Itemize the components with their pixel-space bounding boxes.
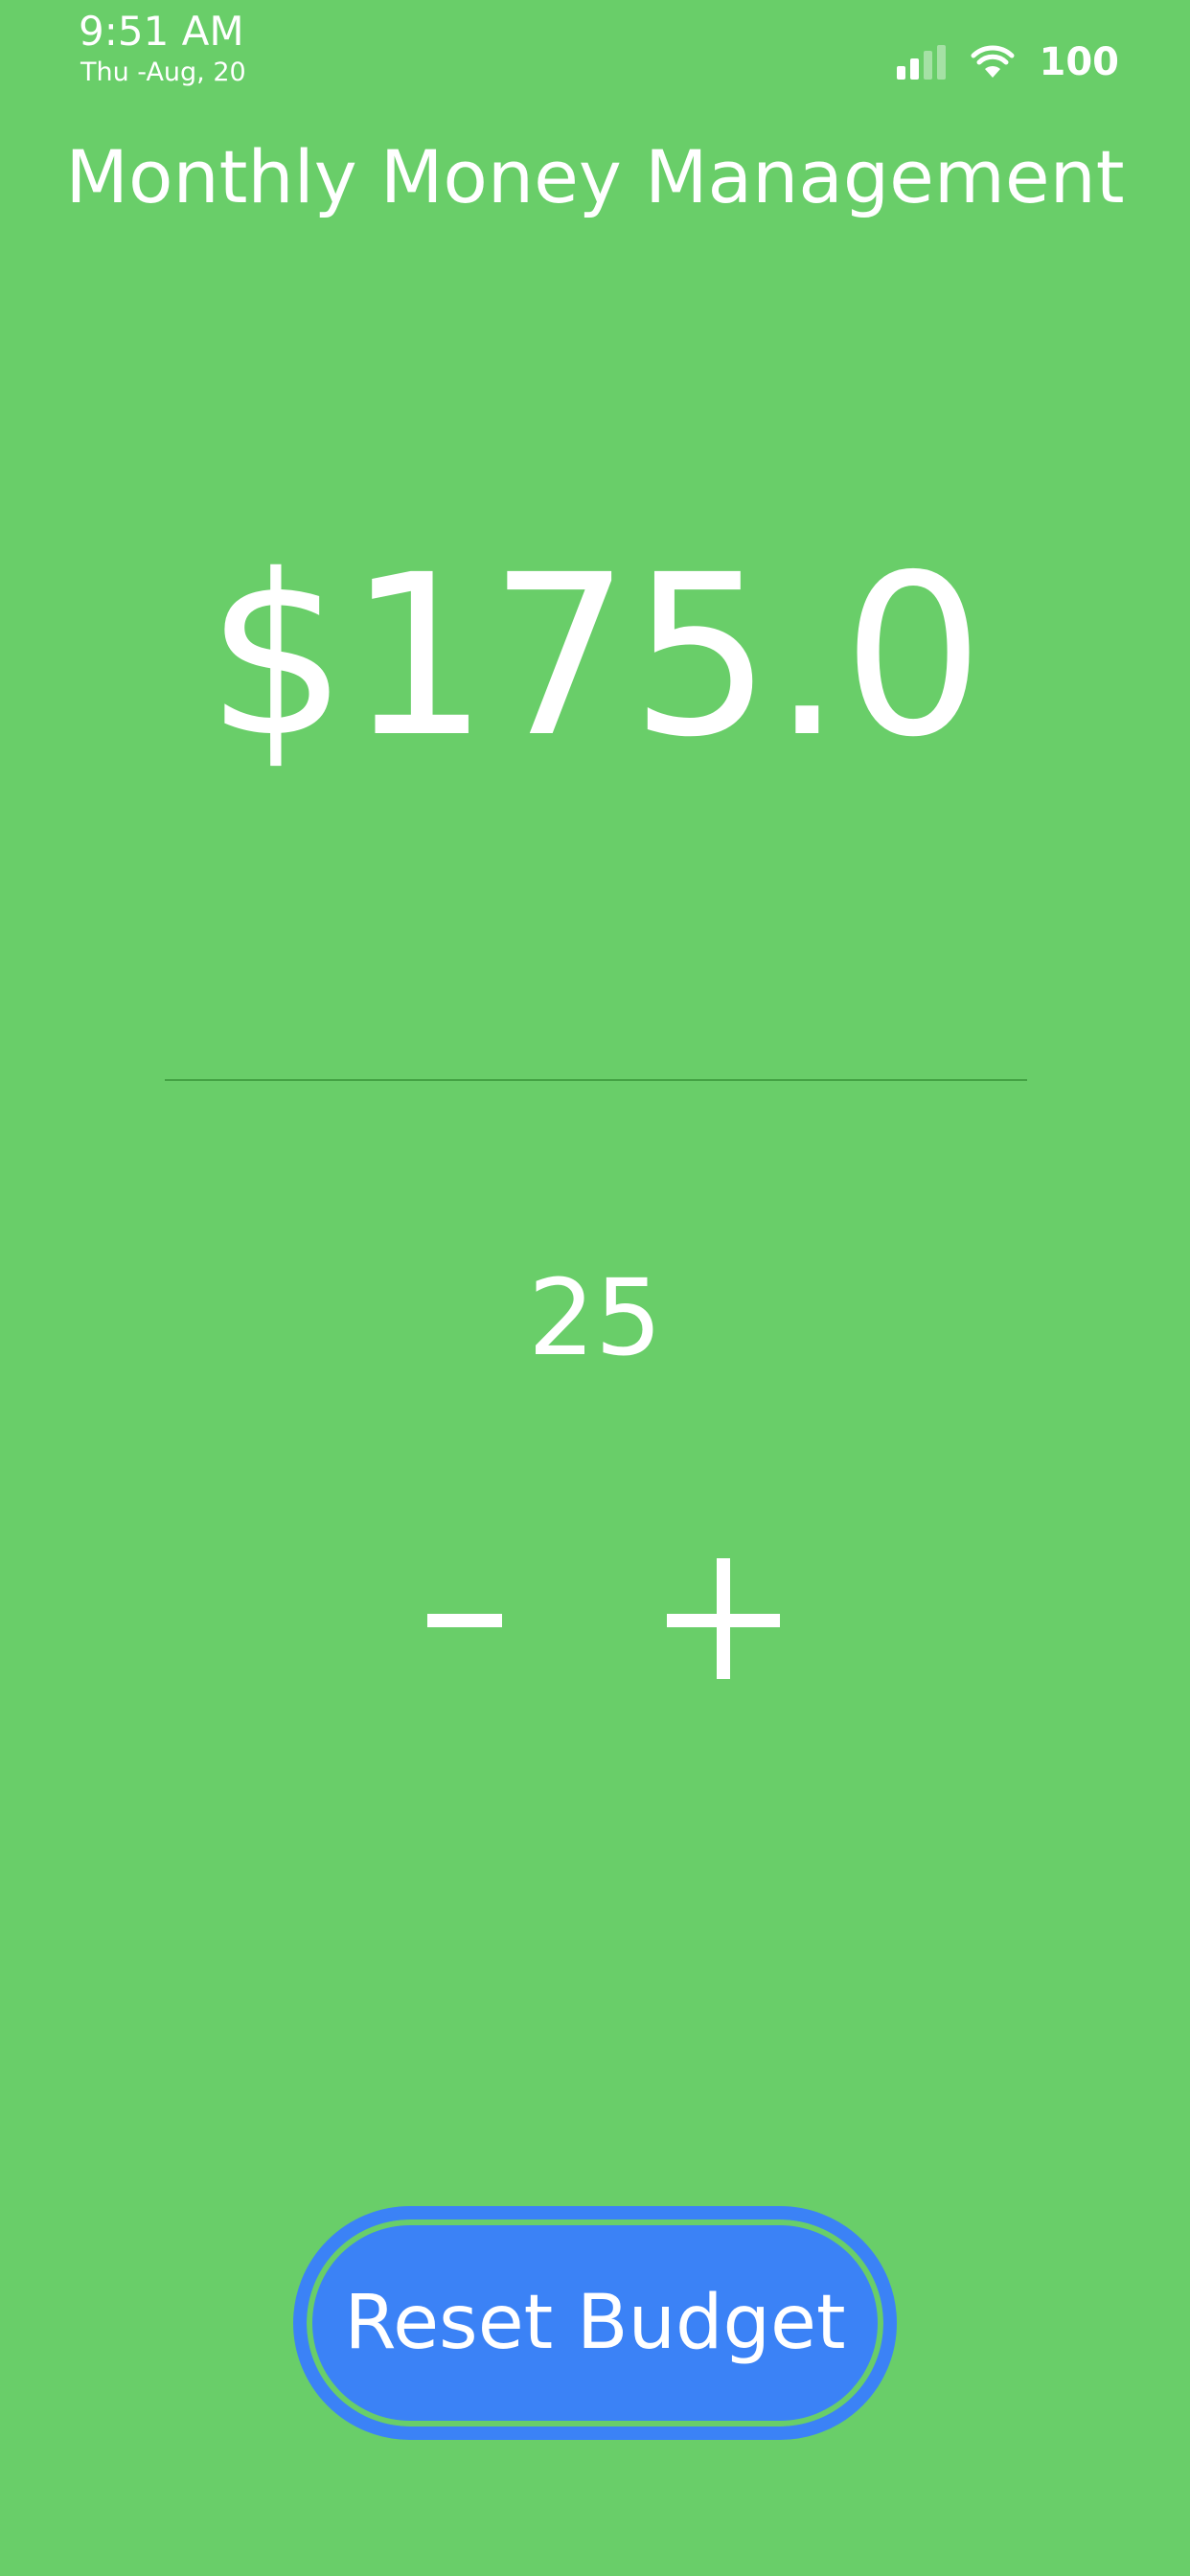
status-indicators: 100 (896, 38, 1120, 86)
budget-amount: $175.0 (206, 527, 984, 786)
increment-button[interactable] (663, 1533, 784, 1696)
status-date: Thu -Aug, 20 (80, 58, 246, 87)
page-title: Monthly Money Management (65, 134, 1125, 219)
reset-budget-button[interactable]: Reset Budget (293, 2206, 897, 2440)
wifi-icon (971, 45, 1014, 78)
app-screen: 9:51 AM Thu -Aug, 20 100 Monthly Money M… (0, 0, 1190, 2576)
minus-icon (427, 1614, 502, 1627)
cellular-signal-icon (896, 45, 946, 80)
battery-level: 100 (1039, 40, 1120, 84)
status-time: 9:51 AM (79, 8, 244, 55)
divider (165, 1079, 1027, 1081)
step-value: 25 (528, 1256, 662, 1379)
decrement-button[interactable] (422, 1533, 508, 1696)
